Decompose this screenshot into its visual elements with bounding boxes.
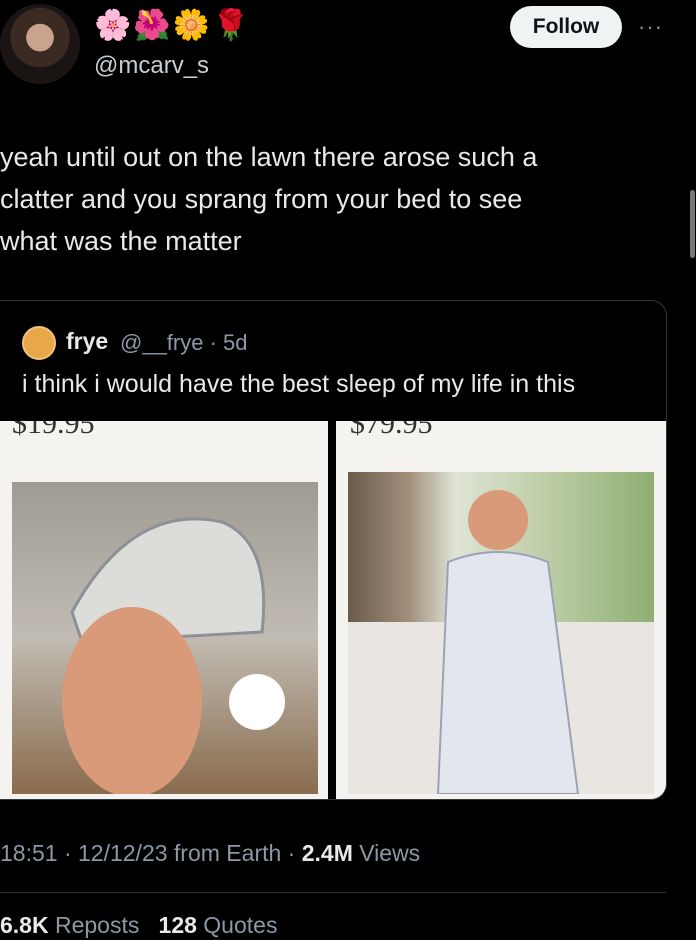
quotes-link[interactable]: 128 Quotes [159,912,278,938]
price-label: $19.95 [12,421,95,440]
reposts-count: 6.8K [0,912,49,938]
display-name-emojis[interactable]: 🌸🌺🌼🌹 [94,8,251,44]
quoted-author-avatar[interactable] [22,326,56,360]
tweet-text-line: yeah until out on the lawn there arose s… [0,142,538,172]
quoted-author-name[interactable]: frye [66,328,108,355]
quotes-count: 128 [158,912,197,938]
quoted-author-handle-time[interactable]: @__frye · 5d [120,330,248,356]
more-options-icon[interactable]: ··· [638,14,663,40]
tweet-stats: 6.8K Reposts 128 Quotes [0,912,277,939]
reposts-label: Reposts [54,912,140,938]
tweet-text: yeah until out on the lawn there arose s… [0,136,680,262]
nightcap-photo [12,482,318,797]
author-avatar[interactable] [0,4,80,84]
follow-button[interactable]: Follow [510,6,622,48]
timestamp[interactable]: 18:51 · 12/12/23 from Earth · [0,840,295,866]
reposts-link[interactable]: 6.8K Reposts [0,912,146,938]
nightshirt-illustration [348,490,654,795]
views-count: 2.4M [301,840,353,866]
tweet-meta: 18:51 · 12/12/23 from Earth · 2.4M Views [0,840,420,867]
quoted-tweet-text: i think i would have the best sleep of m… [22,370,576,398]
quotes-label: Quotes [203,912,278,938]
tweet-text-line: what was the matter [0,226,242,256]
scrollbar-thumb[interactable] [690,190,695,258]
tweet-text-line: clatter and you sprang from your bed to … [0,184,523,214]
author-handle[interactable]: @mcarv_s [94,52,209,80]
nightcap-illustration [62,517,285,797]
divider [0,892,666,893]
nightshirt-photo [348,472,654,795]
price-label: $79.95 [350,421,433,440]
views-label: Views [359,840,421,866]
